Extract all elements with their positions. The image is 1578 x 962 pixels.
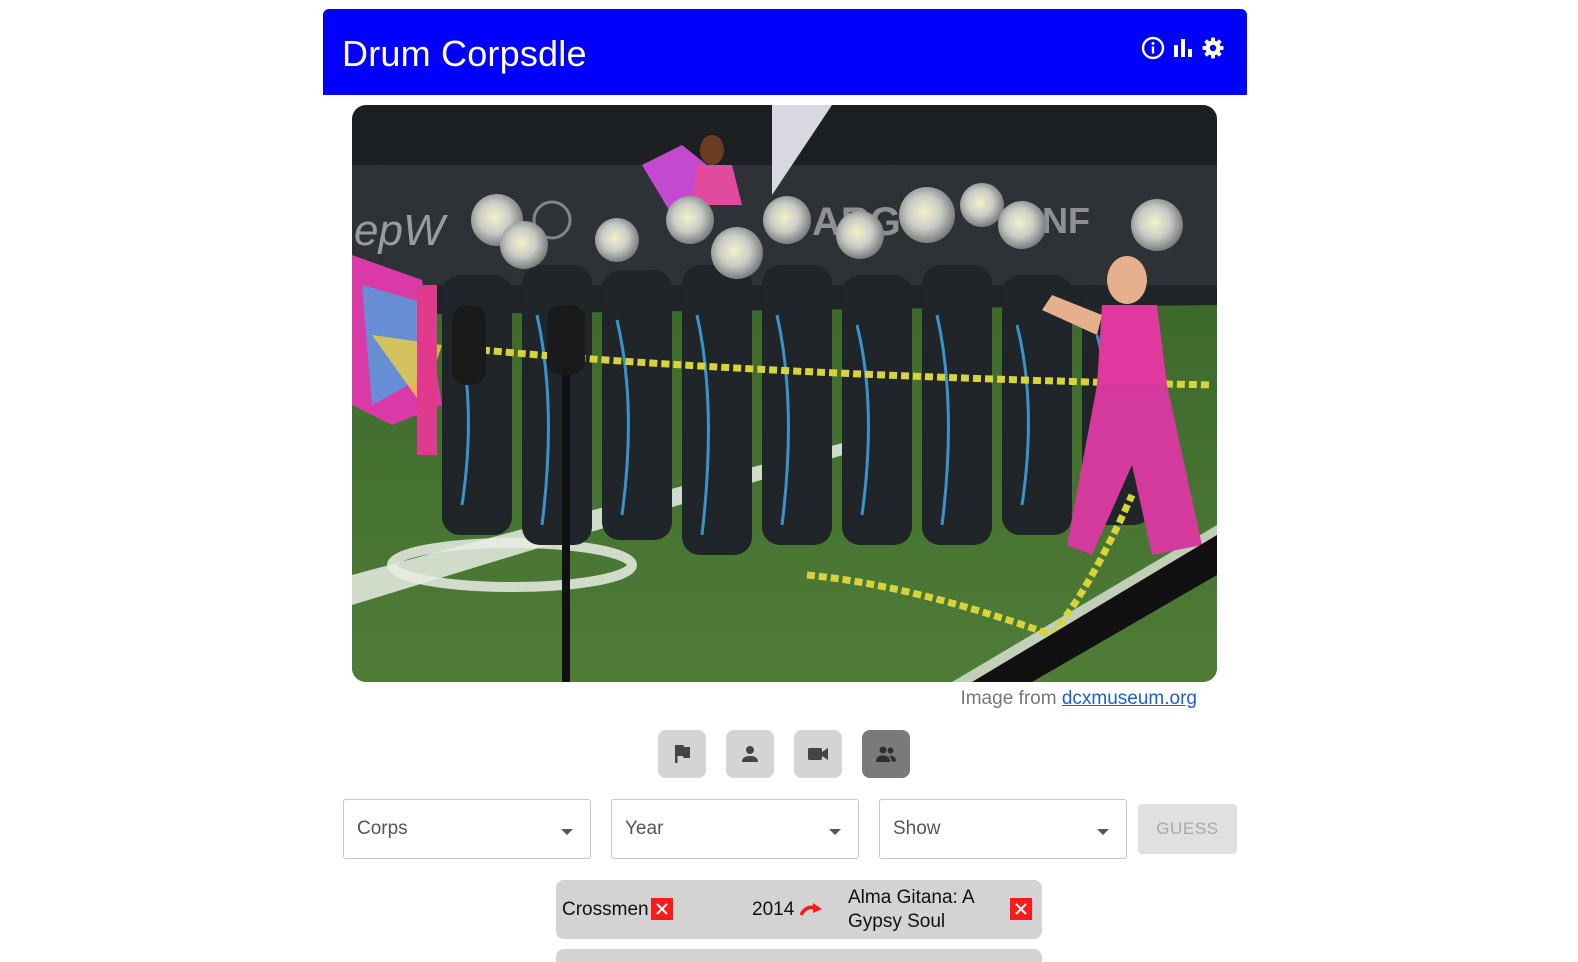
show-select[interactable]: Show bbox=[879, 799, 1127, 859]
person-icon bbox=[742, 746, 758, 762]
year-select[interactable]: Year bbox=[611, 799, 859, 859]
image-credit: Image from dcxmuseum.org bbox=[960, 688, 1197, 710]
corps-select-label: Corps bbox=[357, 818, 408, 839]
guess-button[interactable]: GUESS bbox=[1138, 804, 1237, 854]
corps-select[interactable]: Corps bbox=[343, 799, 591, 859]
app-header: Drum Corpsdle bbox=[323, 9, 1247, 95]
hint-flag-button[interactable] bbox=[658, 730, 706, 778]
hint-group-button[interactable] bbox=[862, 730, 910, 778]
group-icon bbox=[876, 746, 896, 762]
incorrect-x-icon bbox=[1010, 898, 1032, 920]
hint-video-button[interactable] bbox=[794, 730, 842, 778]
hint-person-button[interactable] bbox=[726, 730, 774, 778]
info-icon[interactable] bbox=[1141, 36, 1165, 60]
arrow-later-icon bbox=[799, 903, 822, 916]
corps-photo-image: epW ARG INF bbox=[352, 105, 1217, 682]
guess-year: 2014 bbox=[752, 899, 795, 920]
guess-corps: Crossmen bbox=[562, 899, 649, 920]
image-credit-prefix: Image from bbox=[960, 688, 1057, 709]
chevron-down-icon bbox=[561, 829, 573, 835]
guess-show: Alma Gitana: A Gypsy Soul bbox=[848, 886, 975, 934]
chevron-down-icon bbox=[829, 829, 841, 835]
settings-icon[interactable] bbox=[1201, 36, 1225, 60]
image-credit-link[interactable]: dcxmuseum.org bbox=[1062, 688, 1197, 709]
corps-photo: epW ARG INF bbox=[352, 105, 1217, 682]
header-icons bbox=[1141, 36, 1225, 60]
chevron-down-icon bbox=[1097, 829, 1109, 835]
guess-show-line2: Gypsy Soul bbox=[848, 911, 946, 932]
app-title: Drum Corpsdle bbox=[342, 33, 587, 74]
hint-buttons bbox=[658, 730, 910, 778]
guess-row: Crossmen 2014 Alma Gitana: A Gypsy Soul bbox=[556, 880, 1042, 939]
guess-row-partial bbox=[556, 949, 1042, 962]
incorrect-x-icon bbox=[651, 898, 673, 920]
video-camera-icon bbox=[808, 748, 828, 760]
year-select-label: Year bbox=[625, 818, 664, 839]
svg-text:epW: epW bbox=[354, 206, 448, 255]
flag-icon bbox=[675, 745, 690, 763]
show-select-label: Show bbox=[893, 818, 941, 839]
stats-icon[interactable] bbox=[1171, 36, 1195, 60]
guess-show-line1: Alma Gitana: A bbox=[848, 887, 975, 908]
